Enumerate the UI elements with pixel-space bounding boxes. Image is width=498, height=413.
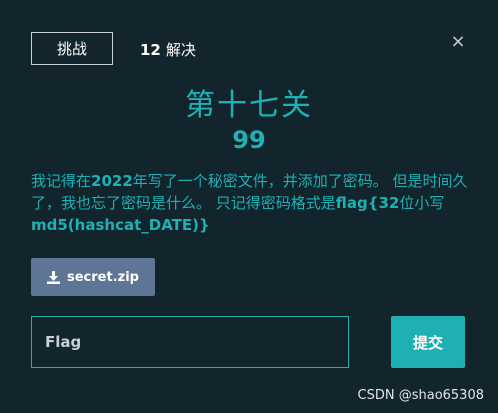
submit-label: 提交 [412,333,443,352]
download-file-button[interactable]: secret.zip [31,258,155,296]
challenge-title: 第十七关 [185,88,313,123]
challenge-points: 99 [232,126,266,154]
tab-solves-label: 解决 [165,41,196,59]
download-icon [47,270,60,284]
description-format-1: flag{32 [335,194,400,212]
solves-count: 12 [140,41,161,59]
tab-solves[interactable]: 12 解决 [140,39,196,60]
description-text-3: 位小写 [399,194,445,212]
tab-challenge[interactable]: 挑战 [31,32,113,65]
download-file-label: secret.zip [67,269,139,285]
watermark: CSDN @shao65308 [357,388,484,403]
tab-challenge-label: 挑战 [56,40,87,58]
flag-input[interactable] [31,316,349,368]
submit-button[interactable]: 提交 [391,316,465,368]
challenge-description: 我记得在2022年写了一个秘密文件，并添加了密码。 但是时间久了，我也忘了密码是… [31,170,471,236]
description-format-2: md5(hashcat_DATE)} [31,216,210,234]
description-year: 2022 [91,172,133,190]
close-icon[interactable]: × [449,33,467,51]
description-text-1: 我记得在 [31,172,92,190]
